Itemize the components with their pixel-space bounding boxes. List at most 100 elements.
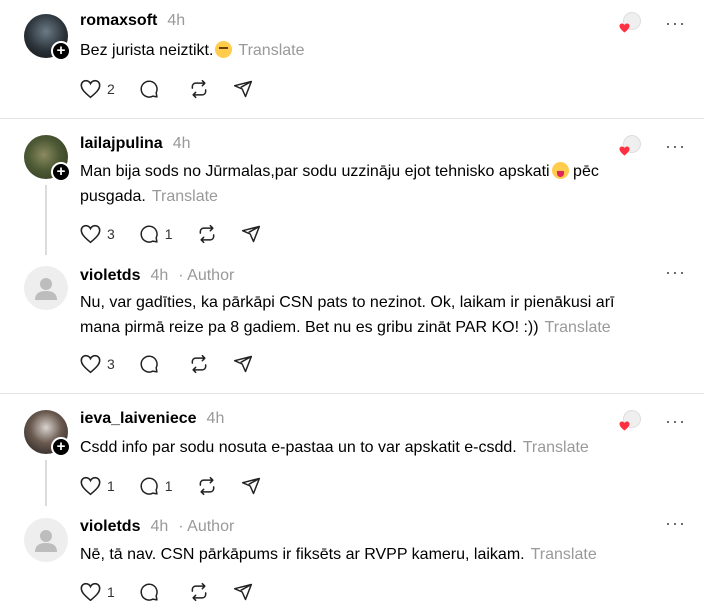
post-body: Csdd info par sodu nosuta e-pastaa un to… [80,439,517,456]
timestamp[interactable]: 4h [173,135,191,153]
post-text: Csdd info par sodu nosuta e-pastaa un to… [80,435,640,460]
repost-button[interactable] [189,354,209,374]
translate-link[interactable]: Translate [152,188,218,205]
post-ieva_laiveniece: + ieva_laiveniece 4h ··· Csdd info par s… [0,394,704,506]
send-icon [233,355,252,373]
post-text: Man bija sods no Jūrmalas,par sodu uzzin… [80,159,640,209]
repost-icon [191,582,207,601]
avatar-romaxsoft[interactable]: + [24,14,71,61]
like-count: 1 [107,478,115,494]
like-count: 3 [107,226,115,242]
username[interactable]: lailajpulina [80,135,163,153]
author-tag: · Author [178,267,235,284]
like-button[interactable]: 1 [80,582,115,601]
avatar-ieva_laiveniece[interactable]: + [24,410,71,457]
reaction-indicator[interactable] [619,410,642,432]
like-count: 3 [107,356,115,372]
comment-button[interactable] [139,354,165,374]
timestamp[interactable]: 4h [150,518,168,536]
heart-outline-icon [80,79,101,99]
comment-bubble-icon [140,80,158,98]
more-dots-icon[interactable]: ··· [665,14,686,32]
heart-outline-icon [80,476,101,496]
like-button[interactable]: 1 [80,476,115,496]
follow-plus-icon[interactable]: + [51,162,71,182]
repost-icon [191,79,207,99]
follow-plus-icon[interactable]: + [51,41,71,61]
default-avatar-icon [35,278,57,300]
comment-count: 1 [164,478,173,494]
heart-filled-icon [619,23,630,33]
share-button[interactable] [241,224,261,244]
timestamp[interactable]: 4h [207,410,225,428]
post-body: Nu, var gadīties, ka pārkāpi CSN pats to… [80,294,615,336]
heart-filled-icon [619,146,630,156]
thinking-face-emoji-icon [215,41,233,58]
heart-filled-icon [619,421,630,431]
follow-plus-icon[interactable]: + [51,437,71,457]
post-lailajpulina: + lailajpulina 4h ··· Man bija sods no J… [0,119,704,255]
like-count: 2 [107,81,115,97]
like-button[interactable]: 3 [80,224,115,244]
comment-button[interactable] [139,79,165,99]
avatar-violetds[interactable] [24,266,68,310]
timestamp[interactable]: 4h [150,267,168,285]
more-dots-icon[interactable]: ··· [665,412,686,430]
comment-bubble-icon [140,355,158,373]
send-icon [233,80,252,98]
post-text: Nu, var gadīties, ka pārkāpi CSN pats to… [80,290,640,340]
post-body: Nē, tā nav. CSN pārkāpums ir fiksēts ar … [80,546,525,563]
send-icon [241,225,260,243]
comment-count: 1 [164,226,173,242]
heart-outline-icon [80,582,101,601]
repost-icon [191,354,207,374]
repost-icon [199,476,215,496]
username[interactable]: violetds [80,267,140,285]
share-button[interactable] [233,582,253,601]
default-avatar-icon [35,530,57,552]
avatar-violetds[interactable] [24,518,68,562]
comment-bubble-icon [140,583,158,601]
like-button[interactable]: 2 [80,79,115,99]
share-button[interactable] [233,79,253,99]
tongue-face-emoji-icon [551,162,569,179]
like-count: 1 [107,584,115,600]
comment-button[interactable]: 1 [139,476,173,496]
reaction-indicator[interactable] [619,135,642,157]
repost-button[interactable] [197,476,217,496]
share-button[interactable] [233,354,253,374]
send-icon [241,477,260,495]
avatar-lailajpulina[interactable]: + [24,135,71,182]
more-dots-icon[interactable]: ··· [665,137,686,155]
thread-line [45,185,47,255]
more-dots-icon[interactable]: ··· [665,514,686,532]
author-tag: · Author [178,518,235,535]
share-button[interactable] [241,476,261,496]
comment-button[interactable] [139,582,165,601]
reaction-indicator[interactable] [619,12,642,34]
post-body: Bez jurista neiztikt. [80,42,214,59]
translate-link[interactable]: Translate [238,42,304,59]
username[interactable]: violetds [80,518,140,536]
post-body: Man bija sods no Jūrmalas,par sodu uzzin… [80,163,550,180]
username[interactable]: ieva_laiveniece [80,410,197,428]
comment-bubble-icon [140,477,158,495]
repost-button[interactable] [189,582,209,601]
timestamp[interactable]: 4h [167,12,185,30]
translate-link[interactable]: Translate [523,439,589,456]
post-violetds-reply-2: violetds 4h · Author ··· Nē, tā nav. CSN… [0,506,704,601]
repost-button[interactable] [197,224,217,244]
like-button[interactable]: 3 [80,354,115,374]
comment-bubble-icon [140,225,158,243]
translate-link[interactable]: Translate [531,546,597,563]
translate-link[interactable]: Translate [545,319,611,336]
more-dots-icon[interactable]: ··· [665,263,686,281]
comment-button[interactable]: 1 [139,224,173,244]
post-violetds-reply-1: violetds 4h · Author ··· Nu, var gadītie… [0,255,704,390]
username[interactable]: romaxsoft [80,12,157,30]
send-icon [233,583,252,601]
post-romaxsoft: + romaxsoft 4h ··· Bez jurista neiztikt.… [0,0,704,118]
post-text: Bez jurista neiztikt. Translate [80,38,640,63]
heart-outline-icon [80,354,101,374]
repost-button[interactable] [189,79,209,99]
